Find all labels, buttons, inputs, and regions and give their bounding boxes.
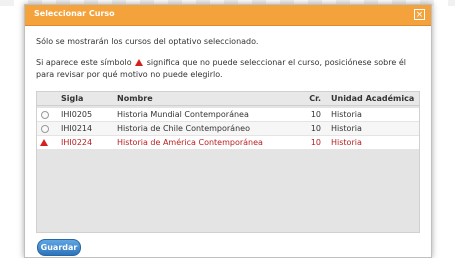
cell-nombre: Historia de Chile Contemporáneo [117,124,250,133]
column-header-creditos: Cr. [309,94,321,103]
warning-triangle-icon[interactable] [40,139,48,146]
radio-button-icon[interactable] [41,111,49,119]
info-text-warning: Si aparece este símbolo significa que no… [36,57,422,81]
table-header-row: Sigla Nombre Cr. Unidad Académica [37,92,419,106]
cell-unidad: Historia [331,110,362,119]
cell-creditos: 10 [310,110,321,119]
dialog-titlebar: Seleccionar Curso × [25,5,431,26]
column-header-unidad: Unidad Académica [331,94,415,103]
table-row[interactable]: IHI0205 Historia Mundial Contemporánea 1… [37,108,419,121]
cell-creditos: 10 [310,124,321,133]
radio-button-icon[interactable] [41,125,49,133]
select-course-dialog: Seleccionar Curso × Sólo se mostrarán lo… [24,4,432,258]
warning-triangle-icon [135,59,144,66]
course-table: Sigla Nombre Cr. Unidad Académica IHI020… [36,91,420,233]
cell-nombre: Historia Mundial Contemporánea [117,110,249,119]
cell-unidad: Historia [331,138,362,147]
column-header-sigla: Sigla [61,94,84,103]
cell-sigla: IHI0224 [61,138,93,147]
column-header-nombre: Nombre [117,94,153,103]
cell-creditos: 10 [310,138,321,147]
cell-unidad: Historia [331,124,362,133]
dialog-title: Seleccionar Curso [34,9,115,18]
table-row-blocked[interactable]: IHI0224 Historia de América Contemporáne… [37,136,419,149]
info-text-optativo: Sólo se mostrarán los cursos del optativ… [36,37,259,46]
info-text-warning-pre: Si aparece este símbolo [36,58,132,67]
cell-nombre: Historia de América Contemporánea [117,138,263,147]
cell-sigla: IHI0214 [61,124,93,133]
cell-sigla: IHI0205 [61,110,93,119]
save-button[interactable]: Guardar [37,239,81,256]
table-row[interactable]: IHI0214 Historia de Chile Contemporáneo … [37,122,419,135]
close-icon[interactable]: × [414,9,425,20]
